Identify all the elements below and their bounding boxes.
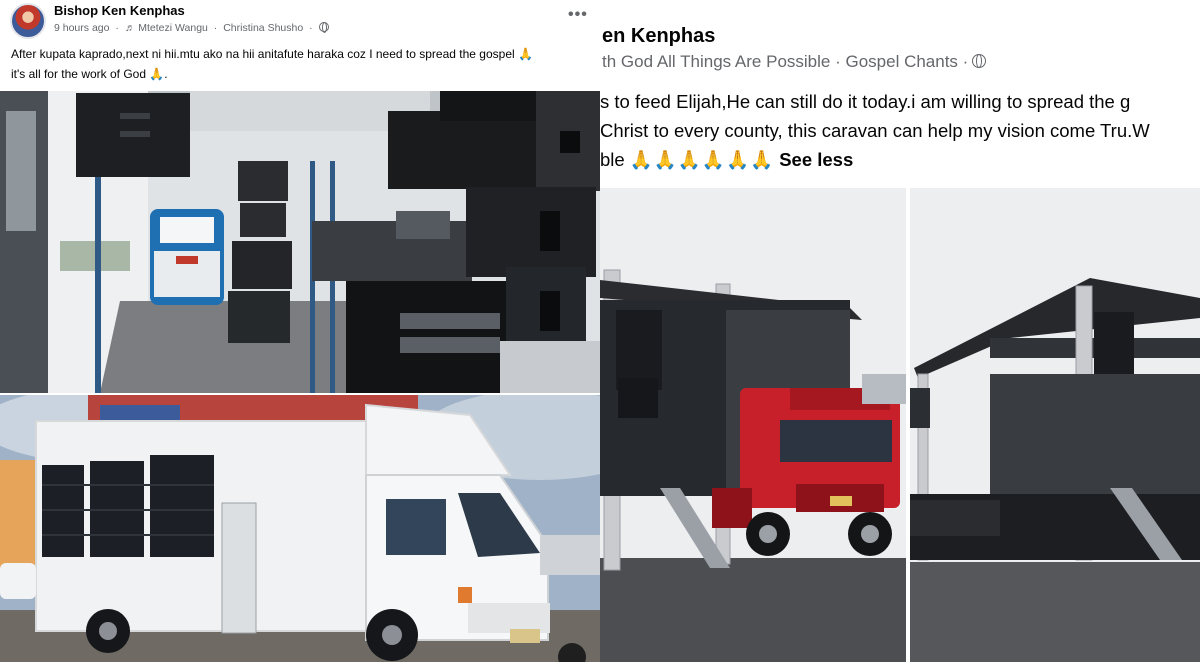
song-artist[interactable]: Christina Shusho [223,22,303,34]
pray-emoji-row: 🙏🙏🙏🙏🙏🙏 [629,149,775,170]
more-options-button[interactable]: ••• [568,6,588,24]
see-less-link[interactable]: See less [779,149,853,170]
separator: · [309,22,313,34]
right-post: en Kenphas th God All Things Are Possibl… [600,0,1200,662]
caption-line: s to feed Elijah,He can still do it toda… [600,91,1131,112]
photo-red-truck-stage[interactable] [600,188,906,662]
caption-line: Christ to every county, this caravan can… [600,120,1150,141]
photo-white-truck[interactable] [0,395,600,662]
stage-interior-illustration [0,91,600,393]
post-caption: s to feed Elijah,He can still do it toda… [600,87,1200,174]
white-truck-illustration [0,395,600,662]
post-meta: th God All Things Are Possible · Gospel … [602,52,987,72]
post-author[interactable]: en Kenphas [602,25,715,48]
separator: · [213,22,218,34]
mobile-stage-illustration [910,188,1200,662]
caption-line: After kupata kaprado,next ni hii.mtu ako… [11,47,533,61]
photo-stage-interior[interactable] [0,91,600,393]
globe-icon [972,54,987,68]
post-caption: After kupata kaprado,next ni hii.mtu ako… [11,44,596,84]
song-title[interactable]: Mtetezi Wangu [138,22,208,34]
left-post: Bishop Ken Kenphas 9 hours ago · ♬ Mtete… [0,0,600,662]
globe-icon [318,22,329,33]
post-meta: 9 hours ago · ♬ Mtetezi Wangu · Christin… [54,22,329,34]
separator: · [115,22,119,34]
caption-line: it's all for the work of God 🙏. [11,67,168,81]
caption-line: ble 🙏🙏🙏🙏🙏🙏 See less [600,145,1200,174]
post-meta-text[interactable]: th God All Things Are Possible · Gospel … [602,52,968,71]
red-truck-stage-illustration [600,188,906,662]
post-time[interactable]: 9 hours ago [54,22,109,34]
music-note-icon: ♬ [124,22,136,34]
avatar[interactable] [10,3,46,39]
caption-line-start: ble [600,149,630,170]
post-author[interactable]: Bishop Ken Kenphas [54,3,185,18]
photo-mobile-stage[interactable] [910,188,1200,662]
right-post-header: en Kenphas th God All Things Are Possibl… [600,0,1200,188]
